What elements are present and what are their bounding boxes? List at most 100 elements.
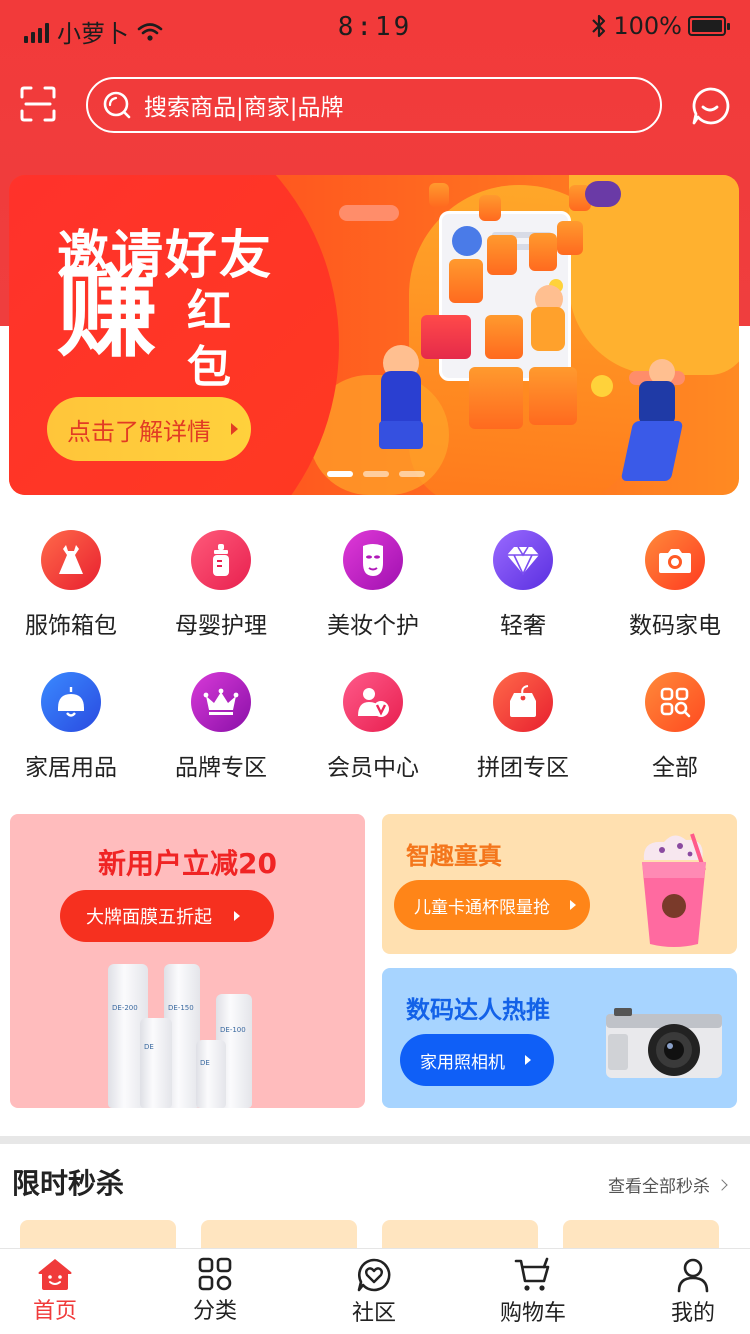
pagination-dot[interactable]	[327, 471, 353, 477]
promo-button[interactable]: 大牌面膜五折起	[60, 890, 274, 942]
grid-search-icon	[645, 672, 705, 732]
tag-icon	[493, 672, 553, 732]
envelope-decor	[529, 233, 557, 271]
baby-bottle-icon	[191, 530, 251, 590]
flash-sale-title: 限时秒杀	[12, 1167, 125, 1200]
tab-label: 分类	[192, 1299, 237, 1324]
triangle-right-icon	[231, 423, 238, 435]
tab-bar: 首页 分类 社区 购物车 我的	[0, 1248, 750, 1334]
banner-char-red: 红	[187, 286, 231, 337]
envelope-decor	[429, 183, 449, 207]
promo-title: 数码达人热推	[406, 996, 550, 1024]
envelope-decor	[485, 315, 523, 359]
category-label: 拼团专区	[477, 755, 569, 781]
promo-card-new-user[interactable]: 新用户立减20 大牌面膜五折起 DE-200 DE-150 DE-100 DE …	[10, 814, 365, 1108]
banner-button-label: 点击了解详情	[67, 417, 211, 446]
flash-sale-more-link[interactable]: 查看全部秒杀	[608, 1172, 728, 1197]
envelope-decor	[421, 315, 471, 359]
triangle-right-icon	[525, 1055, 531, 1065]
face-mask-icon	[343, 530, 403, 590]
tab-profile[interactable]: 我的	[618, 1249, 750, 1334]
category-label: 会员中心	[327, 755, 419, 781]
promo-card-digital[interactable]: 数码达人热推 家用照相机	[382, 968, 737, 1108]
category-label: 轻奢	[500, 613, 546, 639]
user-icon	[677, 1258, 709, 1293]
coin-decor	[591, 375, 613, 397]
lamp-icon	[41, 672, 101, 732]
promo-button-label: 大牌面膜五折起	[86, 907, 212, 928]
search-input[interactable]: 搜索商品|商家|品牌	[86, 77, 662, 133]
vip-member-icon	[343, 672, 403, 732]
banner-detail-button[interactable]: 点击了解详情	[47, 397, 251, 461]
promo-button-label: 家用照相机	[420, 1052, 505, 1073]
category-label: 品牌专区	[175, 755, 267, 781]
tab-home[interactable]: 首页	[0, 1249, 130, 1334]
category-label: 家居用品	[25, 755, 117, 781]
envelope-decor	[449, 259, 483, 303]
crown-icon	[191, 672, 251, 732]
envelope-decor	[479, 195, 501, 221]
bottle-image: DE	[140, 1018, 172, 1108]
category-item[interactable]: 数码家电	[600, 520, 750, 650]
category-item[interactable]: 会员中心	[298, 662, 448, 792]
promo-title: 新用户立减20	[98, 847, 277, 880]
home-icon	[38, 1259, 72, 1290]
cart-icon	[514, 1257, 550, 1291]
category-label: 全部	[652, 755, 698, 781]
promo-title: 智趣童真	[406, 842, 502, 870]
category-label: 服饰箱包	[25, 613, 117, 639]
promo-button[interactable]: 儿童卡通杯限量抢	[394, 880, 590, 930]
banner-char-bao: 包	[187, 342, 231, 393]
pagination-dot[interactable]	[399, 471, 425, 477]
tab-label: 购物车	[499, 1301, 566, 1326]
category-item[interactable]: 全部	[600, 662, 750, 792]
category-item[interactable]: 美妆个护	[298, 520, 448, 650]
person-illustration	[379, 421, 423, 449]
category-item[interactable]: 轻奢	[448, 520, 598, 650]
person-illustration	[639, 381, 675, 425]
category-item[interactable]: 母婴护理	[146, 520, 296, 650]
category-label: 美妆个护	[327, 613, 419, 639]
promo-button-label: 儿童卡通杯限量抢	[414, 897, 550, 918]
category-grid-icon	[198, 1257, 232, 1291]
message-icon[interactable]	[690, 86, 730, 126]
category-item[interactable]: 品牌专区	[146, 662, 296, 792]
status-bar: 小萝卜 8:19 100%	[0, 0, 750, 56]
tab-cart[interactable]: 购物车	[458, 1249, 608, 1334]
promo-button[interactable]: 家用照相机	[400, 1034, 554, 1086]
promo-banner[interactable]: 邀请好友 赚 红 包 点击了解详情	[9, 175, 739, 495]
category-item[interactable]: 拼团专区	[448, 662, 598, 792]
status-right: 100%	[591, 12, 730, 40]
bottle-image: DE	[196, 1040, 226, 1108]
category-item[interactable]: 家居用品	[0, 662, 146, 792]
category-label: 数码家电	[629, 613, 721, 639]
bluetooth-icon	[592, 14, 606, 38]
person-illustration	[531, 307, 565, 351]
diamond-icon	[493, 530, 553, 590]
dress-icon	[41, 530, 101, 590]
person-illustration	[381, 371, 421, 425]
tab-label: 社区	[351, 1301, 396, 1326]
cloud-decor	[339, 205, 399, 221]
category-grid: 服饰箱包 母婴护理 美妆个护 轻奢 数码家电 家居用品 品牌专区 会员中心 拼团…	[0, 520, 750, 790]
tab-community[interactable]: 社区	[299, 1249, 449, 1334]
tab-label: 我的	[670, 1301, 715, 1326]
flash-sale-more-label: 查看全部秒杀	[608, 1177, 710, 1197]
search-icon	[103, 91, 131, 119]
search-placeholder: 搜索商品|商家|品牌	[144, 95, 344, 121]
category-label: 母婴护理	[175, 613, 267, 639]
banner-pagination	[327, 471, 425, 477]
promo-card-kids[interactable]: 智趣童真 儿童卡通杯限量抢	[382, 814, 737, 954]
envelope-decor	[557, 221, 583, 255]
triangle-right-icon	[570, 900, 576, 910]
home-screen: 小萝卜 8:19 100% 搜索商品|商家|品牌 邀请好友 赚 红 包 点击了解…	[0, 0, 750, 1334]
camera-image	[606, 1008, 722, 1078]
category-item[interactable]: 服饰箱包	[0, 520, 146, 650]
camera-icon	[645, 530, 705, 590]
tab-category[interactable]: 分类	[140, 1249, 290, 1334]
envelope-decor	[469, 367, 523, 429]
pagination-dot[interactable]	[363, 471, 389, 477]
battery-percent: 100%	[613, 12, 682, 40]
scan-icon[interactable]	[20, 86, 56, 122]
cup-image	[642, 833, 706, 947]
